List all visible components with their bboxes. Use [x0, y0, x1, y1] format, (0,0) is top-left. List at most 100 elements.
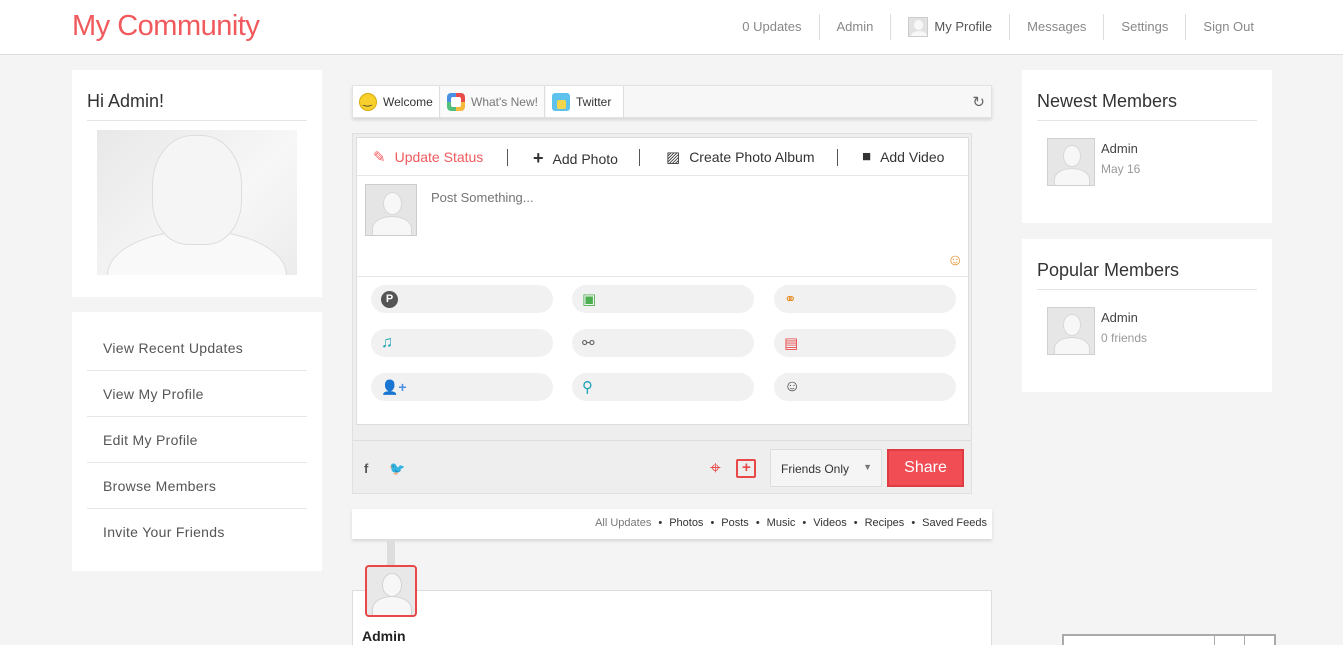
- filter-photos[interactable]: Photos: [669, 517, 703, 529]
- menu-edit-my-profile[interactable]: Edit My Profile: [87, 417, 307, 463]
- tag-friends-option[interactable]: 👤+: [371, 373, 553, 401]
- plus-icon: +: [533, 148, 544, 168]
- facebook-icon[interactable]: f: [364, 461, 368, 476]
- location-pin-icon: ⚲: [582, 379, 593, 396]
- feed-author-name[interactable]: Admin: [362, 628, 406, 644]
- filter-saved-feeds[interactable]: Saved Feeds: [922, 517, 987, 529]
- popular-members-title: Popular Members: [1037, 260, 1257, 290]
- menu-invite-friends[interactable]: Invite Your Friends: [87, 509, 307, 555]
- nav-admin[interactable]: Admin: [820, 14, 892, 40]
- attachment-options: P ▣ ⚭ ♫ ⚯ ▤ 👤+ ⚲ ☺: [357, 276, 968, 424]
- tab-whats-new[interactable]: What's New!: [441, 86, 545, 117]
- filter-music[interactable]: Music: [767, 517, 796, 529]
- tab-whats-new-label: What's New!: [471, 94, 538, 109]
- divider: [639, 149, 640, 166]
- post-input[interactable]: [431, 190, 951, 205]
- menu-view-recent-updates[interactable]: View Recent Updates: [87, 325, 307, 371]
- avatar-silhouette-head: [152, 135, 242, 245]
- feed-filters: All Updates • Photos • Posts • Music • Video…: [352, 509, 992, 539]
- member-name[interactable]: Admin: [1101, 310, 1138, 325]
- avatar[interactable]: [1047, 307, 1095, 355]
- divider: [837, 149, 838, 166]
- create-photo-album-button[interactable]: ▨ Create Photo Album: [666, 148, 814, 166]
- crosshair-icon[interactable]: ⌖: [710, 458, 721, 480]
- nav-settings[interactable]: Settings: [1104, 14, 1187, 40]
- whats-new-icon: [447, 92, 465, 111]
- share-button[interactable]: Share: [887, 449, 964, 487]
- group-link-icon: ⚯: [582, 335, 595, 352]
- add-person-icon: 👤+: [381, 378, 407, 395]
- newest-members-card: Newest Members Admin May 16: [1022, 70, 1272, 223]
- music-option[interactable]: ♫: [371, 329, 553, 357]
- separator-dot: •: [802, 517, 807, 529]
- newest-members-title: Newest Members: [1037, 91, 1257, 121]
- menu-browse-members[interactable]: Browse Members: [87, 463, 307, 509]
- nav-sign-out[interactable]: Sign Out: [1186, 14, 1271, 40]
- filter-videos[interactable]: Videos: [813, 517, 846, 529]
- tab-twitter-label: Twitter: [576, 94, 612, 109]
- greeting-card: Hi Admin!: [72, 70, 322, 297]
- avatar[interactable]: [365, 565, 417, 617]
- composer-body: ✎ Update Status + Add Photo ▨ Create Pho…: [356, 137, 969, 425]
- tab-twitter[interactable]: Twitter: [546, 86, 624, 117]
- avatar[interactable]: [1047, 138, 1095, 186]
- add-video-label: Add Video: [880, 148, 945, 165]
- avatar: [365, 184, 417, 236]
- separator-dot: •: [755, 517, 760, 529]
- calendar-add-icon[interactable]: [736, 459, 756, 478]
- user-menu: View Recent Updates View My Profile Edit…: [72, 312, 322, 571]
- filter-posts[interactable]: Posts: [721, 517, 749, 529]
- tab-welcome[interactable]: Welcome: [353, 86, 440, 117]
- smiley-icon: [359, 92, 377, 111]
- top-nav: 0 Updates Admin My Profile Messages Sett…: [725, 14, 1271, 40]
- photo-option[interactable]: ▣: [572, 285, 754, 313]
- filter-all-updates[interactable]: All Updates: [595, 517, 651, 529]
- music-icon: ♫: [381, 334, 393, 351]
- film-icon: ▤: [784, 335, 799, 352]
- update-status-button[interactable]: ✎ Update Status: [373, 148, 483, 166]
- filter-list: All Updates • Photos • Posts • Music • Video…: [595, 517, 987, 529]
- nav-messages[interactable]: Messages: [1010, 14, 1105, 40]
- twitter-app-icon: [552, 92, 570, 111]
- feed-tabs: Welcome What's New! Twitter ↻: [352, 85, 992, 118]
- twitter-icon[interactable]: 🐦: [389, 461, 405, 477]
- group-link-option[interactable]: ⚯: [572, 329, 754, 357]
- feed-item: [352, 590, 992, 645]
- edit-icon: ✎: [373, 149, 386, 166]
- profile-avatar[interactable]: [97, 130, 297, 275]
- add-video-button[interactable]: ■ Add Video: [862, 148, 944, 165]
- refresh-icon[interactable]: ↻: [972, 93, 985, 111]
- member-join-date: May 16: [1101, 162, 1141, 176]
- filter-recipes[interactable]: Recipes: [865, 517, 905, 529]
- emoji-icon[interactable]: ☺: [947, 252, 963, 270]
- poll-option[interactable]: P: [371, 285, 553, 313]
- smiley-icon: ☺: [784, 378, 801, 395]
- status-composer: ✎ Update Status + Add Photo ▨ Create Pho…: [352, 133, 972, 494]
- composer-footer: f 🐦 ⌖ Friends Only ▼ Share: [353, 440, 971, 493]
- separator-dot: •: [710, 517, 715, 529]
- link-option[interactable]: ⚭: [774, 285, 956, 313]
- timeline-connector: [387, 539, 395, 567]
- location-option[interactable]: ⚲: [572, 373, 754, 401]
- film-option[interactable]: ▤: [774, 329, 956, 357]
- add-photo-button[interactable]: + Add Photo: [533, 148, 618, 169]
- site-logo[interactable]: My Community: [72, 10, 260, 43]
- nav-my-profile-label: My Profile: [934, 19, 993, 34]
- menu-view-my-profile[interactable]: View My Profile: [87, 371, 307, 417]
- nav-my-profile[interactable]: My Profile: [891, 14, 1011, 40]
- update-status-label: Update Status: [394, 149, 484, 165]
- composer-actions: ✎ Update Status + Add Photo ▨ Create Pho…: [357, 138, 968, 176]
- add-photo-label: Add Photo: [552, 150, 618, 167]
- separator-dot: •: [658, 517, 663, 529]
- popular-members-card: Popular Members Admin 0 friends: [1022, 239, 1272, 392]
- divider: [507, 149, 508, 166]
- nav-updates[interactable]: 0 Updates: [725, 14, 820, 40]
- member-friend-count: 0 friends: [1101, 331, 1148, 345]
- chevron-down-icon: ▼: [863, 462, 872, 472]
- top-header: My Community 0 Updates Admin My Profile …: [0, 0, 1343, 55]
- chat-bar[interactable]: [1062, 634, 1276, 645]
- member-name[interactable]: Admin: [1101, 141, 1138, 156]
- image-icon: ▣: [582, 291, 597, 308]
- privacy-select[interactable]: Friends Only ▼: [770, 449, 882, 487]
- feeling-option[interactable]: ☺: [774, 373, 956, 401]
